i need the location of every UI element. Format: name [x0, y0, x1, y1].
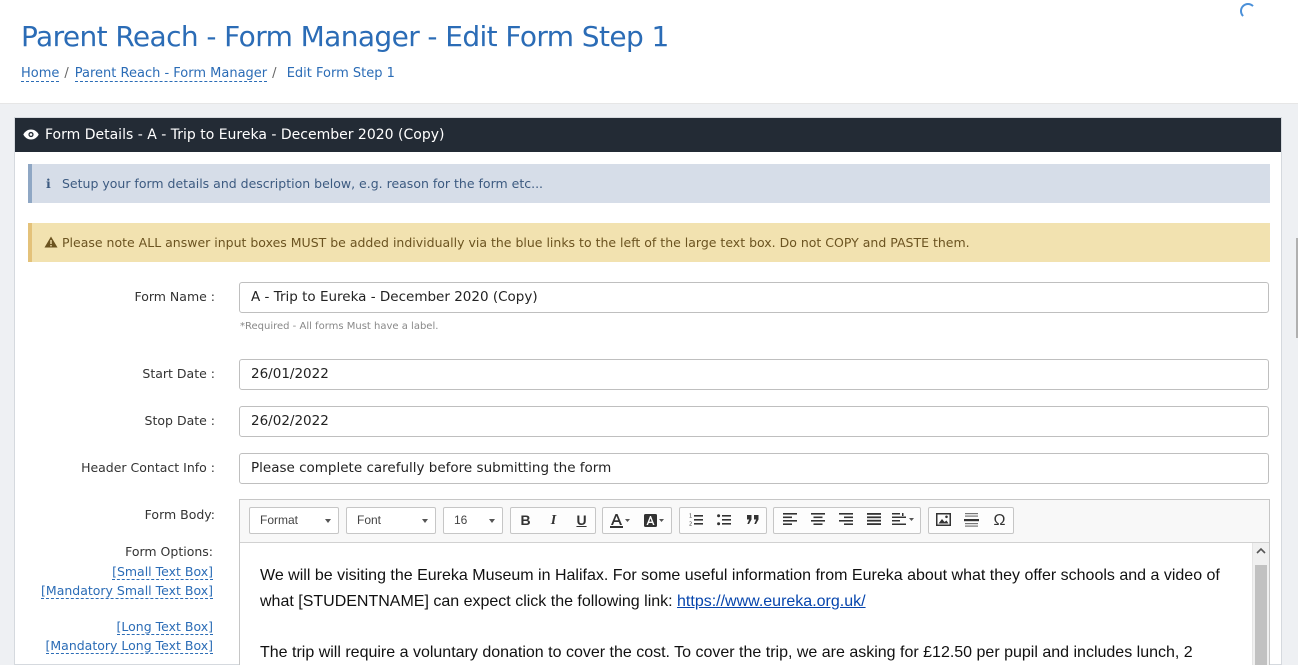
info-alert-text: Setup your form details and description … — [62, 176, 544, 191]
panel-heading: Form Details - A - Trip to Eureka - Dece… — [15, 118, 1281, 152]
insert-image-button[interactable] — [930, 508, 957, 533]
justify-icon — [866, 513, 881, 525]
editor-content-area[interactable]: We will be visiting the Eureka Museum in… — [240, 543, 1252, 665]
loading-spinner-icon — [1240, 3, 1256, 19]
italic-button[interactable]: I — [540, 508, 567, 533]
align-right-icon — [838, 513, 853, 525]
editor-paragraph: We will be visiting the Eureka Museum in… — [260, 563, 1232, 615]
align-center-button[interactable] — [804, 508, 831, 533]
align-left-button[interactable] — [776, 508, 803, 533]
align-center-icon — [810, 513, 825, 525]
form-body-label: Form Body: — [144, 507, 215, 522]
chevron-down-icon — [489, 519, 495, 523]
long-text-box-link[interactable]: [Long Text Box] — [15, 618, 213, 637]
stop-date-input[interactable]: 26/02/2022 — [239, 406, 1269, 437]
background-color-button[interactable] — [639, 508, 671, 533]
editor-scrollbar[interactable] — [1252, 543, 1269, 665]
text-direction-icon — [892, 513, 914, 525]
breadcrumb-form-manager-link[interactable]: Parent Reach - Form Manager — [74, 66, 268, 82]
horizontal-line-button[interactable] — [958, 508, 985, 533]
header-contact-label: Header Contact Info : — [81, 460, 215, 475]
underline-button[interactable]: U — [568, 508, 595, 533]
horizontal-rule-icon — [964, 513, 979, 527]
text-color-button[interactable] — [605, 508, 637, 533]
font-dropdown-label: Font — [357, 513, 382, 527]
numbered-list-icon: 12 — [689, 514, 703, 528]
page-title: Parent Reach - Form Manager - Edit Form … — [21, 20, 669, 53]
breadcrumb-separator: / — [64, 66, 69, 81]
svg-text:1: 1 — [689, 514, 692, 520]
insert-group: Ω — [928, 507, 1014, 534]
info-icon: i — [46, 176, 51, 191]
alignment-group — [773, 507, 921, 534]
bulleted-list-icon — [716, 514, 731, 526]
image-icon — [936, 513, 951, 526]
breadcrumb-separator: / — [272, 66, 277, 81]
start-date-input[interactable]: 26/01/2022 — [239, 359, 1269, 390]
warning-triangle-icon — [44, 236, 58, 248]
rich-text-editor: Format Font 16 B I U 1 2 Ω We will be vi… — [239, 499, 1270, 665]
text-style-group: B I U — [510, 507, 596, 534]
bulleted-list-button[interactable] — [710, 508, 737, 533]
header-contact-input[interactable]: Please complete carefully before submitt… — [239, 453, 1269, 484]
chevron-down-icon — [325, 519, 331, 523]
form-options: Form Options: [Small Text Box] [Mandator… — [15, 544, 213, 655]
align-left-icon — [782, 513, 797, 525]
mandatory-long-text-box-link[interactable]: [Mandatory Long Text Box] — [15, 637, 213, 656]
editor-toolbar: Format Font 16 B I U 1 2 Ω — [240, 500, 1269, 543]
scrollbar-thumb[interactable] — [1255, 565, 1267, 665]
start-date-label: Start Date : — [142, 366, 215, 381]
font-size-dropdown-label: 16 — [454, 513, 468, 527]
warning-alert: Please note ALL answer input boxes MUST … — [28, 223, 1270, 262]
align-right-button[interactable] — [832, 508, 859, 533]
blockquote-button[interactable] — [739, 508, 766, 533]
svg-text:2: 2 — [689, 522, 692, 527]
format-dropdown-label: Format — [260, 513, 299, 527]
paragraph-direction-button[interactable] — [888, 508, 920, 533]
form-name-label: Form Name : — [134, 289, 215, 304]
eureka-website-link[interactable]: https://www.eureka.org.uk/ — [677, 593, 866, 610]
list-group: 12 — [679, 507, 767, 534]
background-color-icon — [644, 514, 664, 527]
breadcrumb: Home / Parent Reach - Form Manager / Edit F… — [21, 66, 395, 82]
font-size-dropdown[interactable]: 16 — [443, 507, 503, 534]
chevron-down-icon — [422, 519, 428, 523]
long-text-box-link-label: [Long Text Box] — [116, 619, 213, 635]
stop-date-label: Stop Date : — [144, 413, 215, 428]
form-details-panel: Form Details - A - Trip to Eureka - Dece… — [14, 117, 1282, 665]
mandatory-small-text-box-link[interactable]: [Mandatory Small Text Box] — [15, 582, 213, 601]
eye-icon — [23, 129, 39, 140]
scroll-up-arrow-icon[interactable] — [1256, 547, 1266, 554]
mandatory-small-text-box-link-label: [Mandatory Small Text Box] — [41, 582, 213, 599]
page-header: Parent Reach - Form Manager - Edit Form … — [0, 0, 1298, 104]
form-name-hint: *Required - All forms Must have a label. — [240, 321, 439, 332]
numbered-list-button[interactable]: 12 — [682, 508, 709, 533]
quote-icon — [746, 515, 758, 524]
justify-button[interactable] — [860, 508, 887, 533]
small-text-box-link-label: [Small Text Box] — [112, 564, 213, 580]
options-spacer — [15, 600, 213, 618]
info-alert: i Setup your form details and descriptio… — [28, 164, 1270, 203]
special-character-button[interactable]: Ω — [986, 508, 1013, 533]
breadcrumb-current: Edit Form Step 1 — [286, 66, 395, 81]
editor-paragraph: The trip will require a voluntary donati… — [260, 644, 1193, 661]
form-name-input[interactable]: A - Trip to Eureka - December 2020 (Copy… — [239, 282, 1269, 313]
format-dropdown[interactable]: Format — [249, 507, 339, 534]
font-dropdown[interactable]: Font — [346, 507, 436, 534]
small-text-box-link[interactable]: [Small Text Box] — [15, 563, 213, 582]
warning-alert-text: Please note ALL answer input boxes MUST … — [62, 235, 970, 250]
bold-button[interactable]: B — [512, 508, 539, 533]
breadcrumb-home-link[interactable]: Home — [21, 66, 60, 82]
text-color-icon — [610, 514, 630, 528]
form-options-title: Form Options: — [125, 544, 213, 559]
mandatory-long-text-box-link-label: [Mandatory Long Text Box] — [45, 637, 213, 654]
color-group — [602, 507, 672, 534]
panel-heading-text: Form Details - A - Trip to Eureka - Dece… — [45, 127, 445, 143]
